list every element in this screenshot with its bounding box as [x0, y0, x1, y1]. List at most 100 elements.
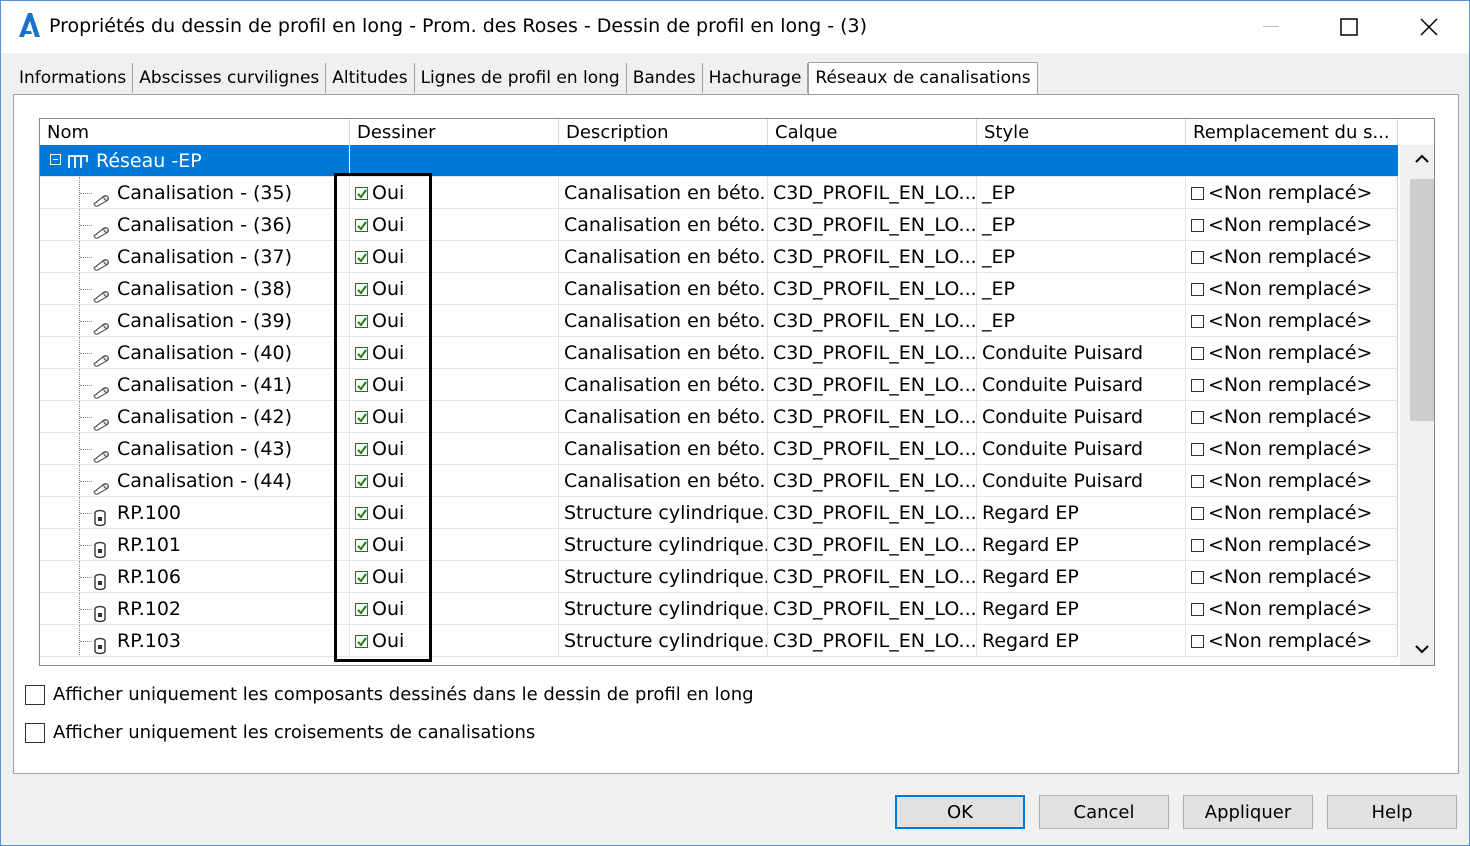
dessiner-checkbox[interactable] — [355, 315, 368, 328]
description-cell[interactable]: Structure cylindrique... — [559, 529, 768, 560]
remplacement-checkbox[interactable] — [1191, 347, 1204, 360]
description-cell[interactable]: Canalisation en béto... — [559, 273, 768, 304]
style-cell[interactable]: _EP — [977, 273, 1186, 304]
dessiner-cell[interactable]: Oui — [350, 529, 559, 560]
description-cell[interactable]: Canalisation en béto... — [559, 433, 768, 464]
dessiner-cell[interactable]: Oui — [350, 305, 559, 336]
collapse-icon[interactable] — [50, 154, 61, 165]
calque-cell[interactable]: C3D_PROFIL_EN_LO... — [768, 433, 977, 464]
calque-cell[interactable]: C3D_PROFIL_EN_LO... — [768, 337, 977, 368]
option-only-drawn[interactable]: Afficher uniquement les composants dessi… — [25, 684, 754, 705]
description-cell[interactable]: Structure cylindrique... — [559, 561, 768, 592]
tab-lignes-de-profil[interactable]: Lignes de profil en long — [415, 63, 627, 93]
table-row[interactable]: Canalisation - (40) Oui Canalisation en bé… — [40, 337, 1398, 369]
calque-cell[interactable]: C3D_PROFIL_EN_LO... — [768, 369, 977, 400]
remplacement-checkbox[interactable] — [1191, 411, 1204, 424]
style-cell[interactable]: Regard EP — [977, 561, 1186, 592]
remplacement-cell[interactable]: <Non remplacé> — [1186, 401, 1398, 432]
help-button[interactable]: Help — [1327, 795, 1457, 829]
minimize-button[interactable] — [1249, 9, 1293, 45]
dessiner-cell[interactable]: Oui — [350, 337, 559, 368]
remplacement-cell[interactable]: <Non remplacé> — [1186, 433, 1398, 464]
remplacement-checkbox[interactable] — [1191, 219, 1204, 232]
remplacement-checkbox[interactable] — [1191, 379, 1204, 392]
dessiner-cell[interactable]: Oui — [350, 369, 559, 400]
table-row[interactable]: Canalisation - (39) Oui Canalisation en bé… — [40, 305, 1398, 337]
calque-cell[interactable]: C3D_PROFIL_EN_LO... — [768, 593, 977, 624]
remplacement-cell[interactable]: <Non remplacé> — [1186, 593, 1398, 624]
remplacement-cell[interactable]: <Non remplacé> — [1186, 241, 1398, 272]
remplacement-cell[interactable]: <Non remplacé> — [1186, 273, 1398, 304]
remplacement-checkbox[interactable] — [1191, 251, 1204, 264]
remplacement-checkbox[interactable] — [1191, 507, 1204, 520]
remplacement-checkbox[interactable] — [1191, 603, 1204, 616]
table-row[interactable]: RP.106 Oui Structure cylindrique... C3D_PRO… — [40, 561, 1398, 593]
calque-cell[interactable]: C3D_PROFIL_EN_LO... — [768, 209, 977, 240]
calque-cell[interactable]: C3D_PROFIL_EN_LO... — [768, 177, 977, 208]
dessiner-checkbox[interactable] — [355, 251, 368, 264]
dessiner-checkbox[interactable] — [355, 411, 368, 424]
style-cell[interactable]: _EP — [977, 241, 1186, 272]
dessiner-checkbox[interactable] — [355, 187, 368, 200]
dessiner-checkbox[interactable] — [355, 635, 368, 648]
remplacement-cell[interactable]: <Non remplacé> — [1186, 337, 1398, 368]
option-only-crossings[interactable]: Afficher uniquement les croisements de c… — [25, 722, 535, 743]
style-cell[interactable]: _EP — [977, 209, 1186, 240]
description-cell[interactable]: Canalisation en béto... — [559, 337, 768, 368]
dessiner-cell[interactable]: Oui — [350, 209, 559, 240]
tab-altitudes[interactable]: Altitudes — [326, 63, 415, 93]
dessiner-cell[interactable]: Oui — [350, 433, 559, 464]
remplacement-checkbox[interactable] — [1191, 187, 1204, 200]
remplacement-checkbox[interactable] — [1191, 571, 1204, 584]
table-row[interactable]: Canalisation - (44) Oui Canalisation en bé… — [40, 465, 1398, 497]
table-row[interactable]: Canalisation - (38) Oui Canalisation en bé… — [40, 273, 1398, 305]
scrollbar-thumb[interactable] — [1410, 179, 1434, 421]
remplacement-cell[interactable]: <Non remplacé> — [1186, 529, 1398, 560]
style-cell[interactable]: Conduite Puisard — [977, 465, 1186, 496]
table-row[interactable]: RP.100 Oui Structure cylindrique... C3D_PRO… — [40, 497, 1398, 529]
dessiner-checkbox[interactable] — [355, 507, 368, 520]
remplacement-checkbox[interactable] — [1191, 443, 1204, 456]
column-header-nom[interactable]: Nom — [40, 119, 350, 145]
style-cell[interactable]: Conduite Puisard — [977, 433, 1186, 464]
style-cell[interactable]: Conduite Puisard — [977, 401, 1186, 432]
calque-cell[interactable]: C3D_PROFIL_EN_LO... — [768, 625, 977, 656]
tab-informations[interactable]: Informations — [13, 63, 134, 93]
calque-cell[interactable]: C3D_PROFIL_EN_LO... — [768, 529, 977, 560]
dessiner-cell[interactable]: Oui — [350, 241, 559, 272]
dessiner-cell[interactable]: Oui — [350, 497, 559, 528]
remplacement-checkbox[interactable] — [1191, 475, 1204, 488]
tab-reseaux-de-canalisations[interactable]: Réseaux de canalisations — [808, 62, 1038, 95]
style-cell[interactable]: Regard EP — [977, 593, 1186, 624]
dessiner-cell[interactable]: Oui — [350, 561, 559, 592]
dessiner-cell[interactable]: Oui — [350, 273, 559, 304]
dessiner-checkbox[interactable] — [355, 379, 368, 392]
dessiner-checkbox[interactable] — [355, 347, 368, 360]
cancel-button[interactable]: Cancel — [1039, 795, 1169, 829]
dessiner-checkbox[interactable] — [355, 571, 368, 584]
calque-cell[interactable]: C3D_PROFIL_EN_LO... — [768, 305, 977, 336]
network-row[interactable]: Réseau -EP — [40, 145, 1398, 177]
dessiner-checkbox[interactable] — [355, 603, 368, 616]
calque-cell[interactable]: C3D_PROFIL_EN_LO... — [768, 241, 977, 272]
table-row[interactable]: Canalisation - (42) Oui Canalisation en bé… — [40, 401, 1398, 433]
description-cell[interactable]: Canalisation en béto... — [559, 305, 768, 336]
dessiner-cell[interactable]: Oui — [350, 177, 559, 208]
description-cell[interactable]: Canalisation en béto... — [559, 465, 768, 496]
table-row[interactable]: Canalisation - (43) Oui Canalisation en bé… — [40, 433, 1398, 465]
remplacement-checkbox[interactable] — [1191, 539, 1204, 552]
dessiner-cell[interactable]: Oui — [350, 625, 559, 656]
column-header-style[interactable]: Style — [977, 119, 1186, 145]
dessiner-checkbox[interactable] — [355, 443, 368, 456]
style-cell[interactable]: Regard EP — [977, 625, 1186, 656]
tab-abscisses-curvilignes[interactable]: Abscisses curvilignes — [133, 63, 327, 93]
column-header-dessiner[interactable]: Dessiner — [350, 119, 559, 145]
style-cell[interactable]: Conduite Puisard — [977, 369, 1186, 400]
remplacement-cell[interactable]: <Non remplacé> — [1186, 177, 1398, 208]
table-row[interactable]: RP.103 Oui Structure cylindrique... C3D_PRO… — [40, 625, 1398, 657]
style-cell[interactable]: Conduite Puisard — [977, 337, 1186, 368]
remplacement-checkbox[interactable] — [1191, 635, 1204, 648]
remplacement-cell[interactable]: <Non remplacé> — [1186, 497, 1398, 528]
remplacement-checkbox[interactable] — [1191, 315, 1204, 328]
table-row[interactable]: RP.101 Oui Structure cylindrique... C3D_PRO… — [40, 529, 1398, 561]
